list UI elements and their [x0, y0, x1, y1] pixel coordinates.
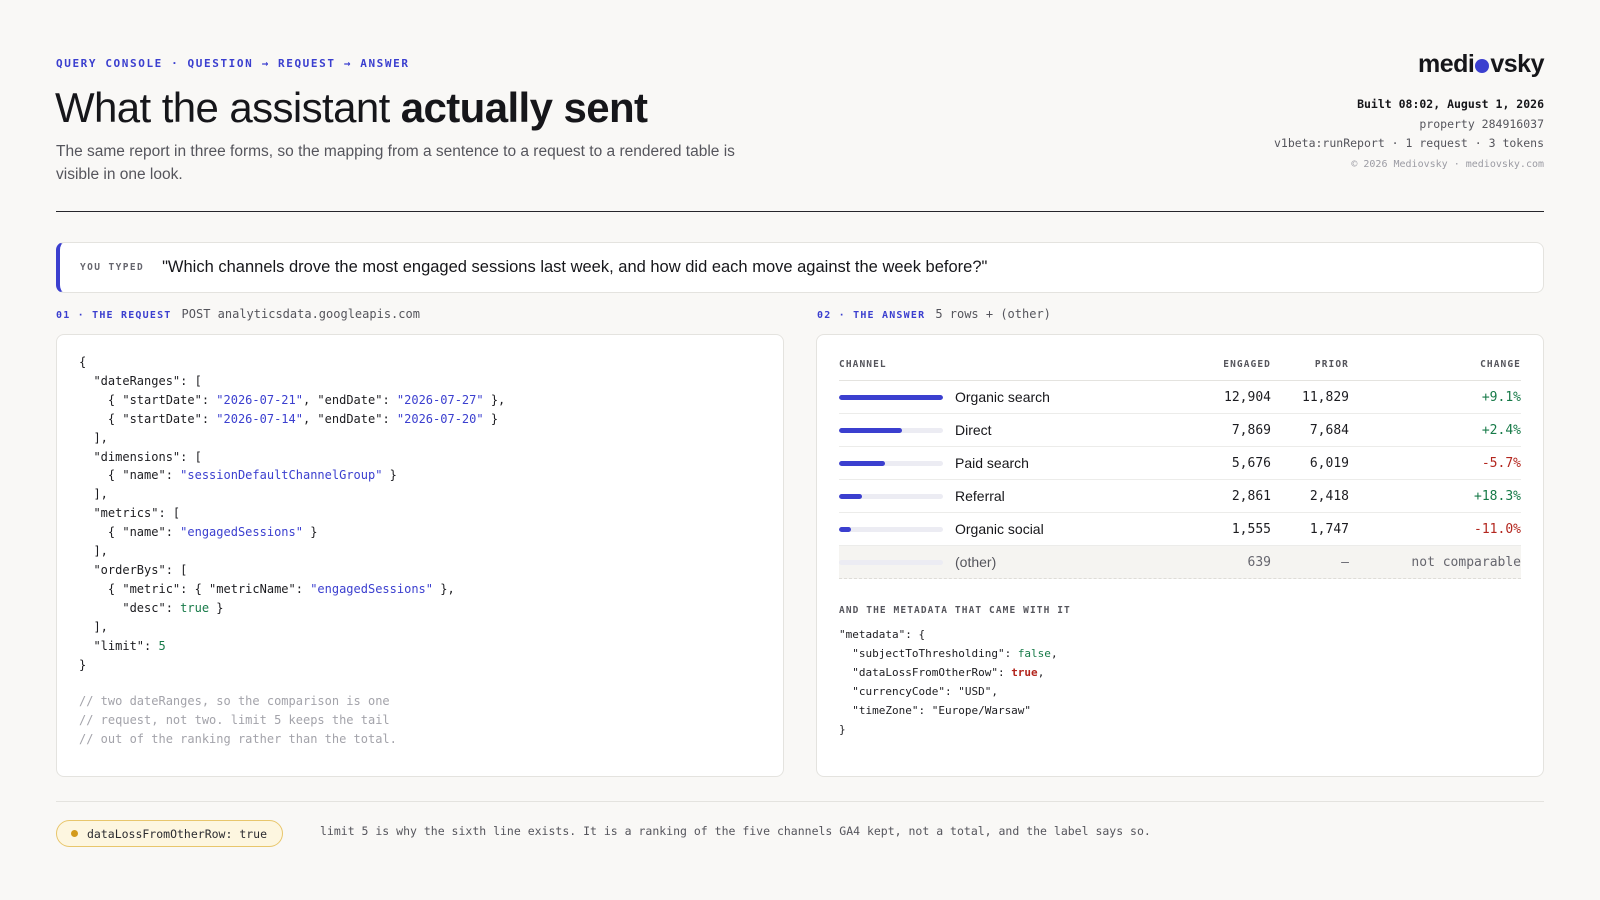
query-tag: YOU TYPED [80, 262, 145, 273]
answer-label: 02 · THE ANSWER [817, 310, 926, 321]
cell-channel: Organic social [839, 521, 1199, 537]
share-bar-fill [839, 394, 943, 400]
cell-change: -11.0% [1474, 521, 1521, 537]
cell-channel: Organic search [839, 389, 1199, 405]
share-bar [839, 559, 943, 565]
build-info: Built 08:02, August 1, 2026 property 284… [1274, 95, 1544, 174]
table-header: CHANNEL ENGAGED PRIOR CHANGE [839, 349, 1521, 381]
property-id: property 284916037 [1419, 116, 1544, 131]
request-label: 01 · THE REQUEST [56, 310, 172, 321]
col-channel[interactable]: CHANNEL [839, 359, 1199, 370]
page-title-bold: actually sent [400, 84, 648, 131]
copyright: © 2026 Mediovsky · mediovsky.com [1351, 158, 1544, 170]
share-bar [839, 460, 943, 466]
share-bar [839, 493, 943, 499]
cell-change: not comparable [1411, 554, 1521, 570]
cell-engaged: 5,676 [1231, 455, 1271, 471]
table-row[interactable]: Direct 7,869 7,684 +2.4% [839, 414, 1521, 447]
logo-dot-icon [1475, 59, 1490, 73]
request-method: v1beta:runReport · 1 request · 3 tokens [1273, 136, 1544, 150]
share-bar-fill [839, 493, 862, 499]
channel-name: Organic search [955, 389, 1050, 405]
cell-engaged: 639 [1247, 554, 1271, 570]
cell-change: -5.7% [1481, 455, 1521, 471]
answer-row-count: 5 rows + (other) [935, 307, 1051, 321]
share-bar-fill [839, 526, 852, 532]
request-body-code[interactable]: { "dateRanges": [ { "startDate": "2026-0… [79, 353, 505, 674]
cell-prior: 1,747 [1309, 521, 1349, 537]
channel-name: Paid search [955, 455, 1029, 471]
metadata-title: AND THE METADATA THAT CAME WITH IT [839, 605, 1071, 616]
cell-channel: Direct [839, 422, 1199, 438]
brand-logo[interactable]: medi vsky [1418, 50, 1544, 79]
channel-name: (other) [955, 554, 997, 570]
metadata-code[interactable]: "metadata": { "subjectToThresholding": f… [839, 626, 1058, 739]
build-timestamp: Built 08:02, August 1, 2026 [1357, 97, 1544, 111]
cell-prior: 6,019 [1309, 455, 1349, 471]
cell-prior: 7,684 [1309, 422, 1349, 438]
col-engaged[interactable]: ENGAGED [1199, 359, 1271, 370]
user-query-bar: YOU TYPED "Which channels drove the most… [56, 242, 1544, 293]
request-section-label: 01 · THE REQUEST POST analyticsdata.goog… [56, 307, 420, 321]
request-endpoint: POST analyticsdata.googleapis.com [181, 307, 420, 321]
answer-panel: CHANNEL ENGAGED PRIOR CHANGE Organic sea… [816, 334, 1544, 777]
table-row[interactable]: Organic social 1,555 1,747 -11.0% [839, 513, 1521, 546]
table-row[interactable]: Organic search 12,904 11,829 +9.1% [839, 381, 1521, 414]
query-text: "Which channels drove the most engaged s… [162, 258, 988, 276]
cell-prior: 2,418 [1309, 488, 1349, 504]
logo-text-right: vsky [1490, 50, 1544, 78]
share-bar-fill [839, 460, 885, 466]
share-bar [839, 526, 943, 532]
share-bar-fill [839, 427, 903, 433]
col-change[interactable]: CHANGE [1349, 359, 1521, 370]
page-title-plain: What the assistant [55, 84, 401, 131]
cell-prior: — [1341, 554, 1349, 570]
cell-prior: 11,829 [1302, 389, 1349, 405]
warning-dot-icon [71, 830, 78, 837]
answer-section-label: 02 · THE ANSWER 5 rows + (other) [817, 307, 1051, 321]
table-row[interactable]: Paid search 5,676 6,019 -5.7% [839, 447, 1521, 480]
header-divider [56, 211, 1544, 212]
channel-name: Organic social [955, 521, 1044, 537]
data-loss-badge-label: dataLossFromOtherRow: true [87, 826, 268, 841]
cell-change: +2.4% [1481, 422, 1521, 438]
cell-channel: Paid search [839, 455, 1199, 471]
footer-note: limit 5 is why the sixth line exists. It… [320, 824, 1151, 838]
cell-channel: Referral [839, 488, 1199, 504]
request-comment: // two dateRanges, so the comparison is … [79, 694, 397, 746]
cell-channel: (other) [839, 554, 1199, 570]
cell-change: +9.1% [1481, 389, 1521, 405]
page-title: What the assistant actually sent [55, 84, 648, 132]
share-bar [839, 394, 943, 400]
cell-engaged: 2,861 [1231, 488, 1271, 504]
share-bar [839, 427, 943, 433]
cell-engaged: 12,904 [1224, 389, 1271, 405]
table-row[interactable]: Referral 2,861 2,418 +18.3% [839, 480, 1521, 513]
col-prior[interactable]: PRIOR [1271, 359, 1349, 370]
results-table: CHANNEL ENGAGED PRIOR CHANGE Organic sea… [839, 349, 1521, 579]
eyebrow: QUERY CONSOLE · QUESTION → REQUEST → ANS… [56, 57, 410, 70]
channel-name: Direct [955, 422, 992, 438]
table-body: Organic search 12,904 11,829 +9.1% Direct 7,8… [839, 381, 1521, 579]
request-panel: { "dateRanges": [ { "startDate": "2026-0… [56, 334, 784, 777]
cell-change: +18.3% [1474, 488, 1521, 504]
cell-engaged: 1,555 [1231, 521, 1271, 537]
page-subtitle: The same report in three forms, so the m… [56, 143, 735, 183]
table-row[interactable]: (other) 639 — not comparable [839, 546, 1521, 579]
data-loss-badge: dataLossFromOtherRow: true [56, 820, 284, 847]
logo-text-left: medi [1418, 50, 1475, 78]
cell-engaged: 7,869 [1231, 422, 1271, 438]
footer-divider [56, 801, 1544, 802]
channel-name: Referral [955, 488, 1005, 504]
